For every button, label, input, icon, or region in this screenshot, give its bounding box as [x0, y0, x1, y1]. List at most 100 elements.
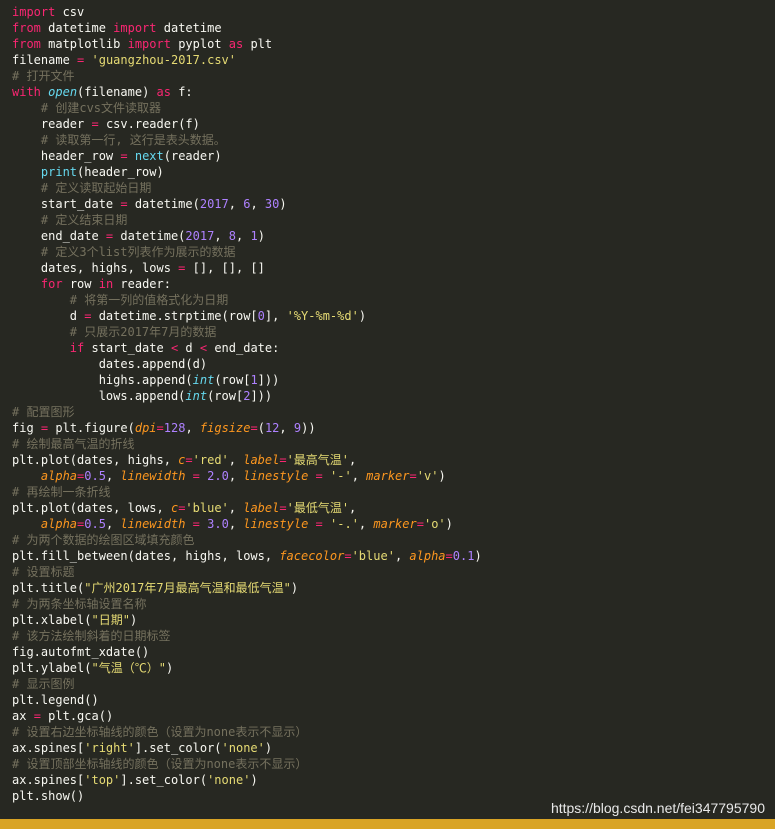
code-line: import csv: [0, 4, 775, 20]
code-token: ].set_color(: [120, 773, 208, 787]
code-line: for row in reader:: [0, 276, 775, 292]
code-line: # 为两条坐标轴设置名称: [0, 596, 775, 612]
code-token: linewidth: [120, 469, 186, 483]
code-token: facecolor: [279, 549, 345, 563]
code-line: # 为两个数据的绘图区域填充颜色: [0, 532, 775, 548]
code-editor[interactable]: import csv from datetime import datetime f…: [0, 0, 775, 819]
code-token: ,: [228, 453, 244, 467]
code-token: figsize: [199, 421, 251, 435]
code-token: end_date: [12, 229, 106, 243]
code-token: ,: [228, 501, 244, 515]
code-token: ax.spines[: [12, 741, 85, 755]
code-line: alpha=0.5, linewidth = 3.0, linestyle = …: [0, 516, 775, 532]
code-line: from datetime import datetime: [0, 20, 775, 36]
code-token: row: [62, 277, 99, 291]
code-token: import: [113, 21, 157, 35]
code-token: ax.spines[: [12, 773, 85, 787]
code-token: '%Y-%m-%d': [286, 309, 359, 323]
code-line: plt.legend(): [0, 692, 775, 708]
code-token: with: [12, 85, 41, 99]
code-line: end_date = datetime(2017, 8, 1): [0, 228, 775, 244]
code-token: csv: [55, 5, 85, 19]
code-token: ,: [228, 517, 244, 531]
code-line: # 该方法绘制斜着的日期标签: [0, 628, 775, 644]
code-token: header_row: [12, 149, 121, 163]
code-token: import: [12, 5, 56, 19]
code-token: plt.plot(dates, highs,: [12, 453, 179, 467]
code-line: plt.ylabel("气温（℃）"): [0, 660, 775, 676]
code-token: =: [120, 197, 128, 211]
code-token: 30: [264, 197, 280, 211]
code-token: 2017: [185, 229, 215, 243]
code-token: ,: [236, 229, 251, 243]
code-comment: # 设置标题: [12, 565, 75, 579]
code-token: 0.5: [84, 469, 106, 483]
code-token: ,: [250, 197, 265, 211]
code-token: linestyle: [243, 469, 309, 483]
code-token: ,: [228, 197, 244, 211]
code-token: ],: [264, 309, 287, 323]
code-line: from matplotlib import pyplot as plt: [0, 36, 775, 52]
code-line: lows.append(int(row[2])): [0, 388, 775, 404]
code-line: # 配置图形: [0, 404, 775, 420]
code-token: print: [40, 165, 78, 179]
code-comment: # 定义读取起始日期: [12, 181, 152, 195]
code-token: plt.ylabel(: [12, 661, 92, 675]
code-line: if start_date < d < end_date:: [0, 340, 775, 356]
code-token: =: [279, 453, 287, 467]
code-token: ,: [105, 517, 121, 531]
code-token: 1: [250, 373, 258, 387]
code-token: plt.fill_between(dates, highs, lows,: [12, 549, 280, 563]
code-token: dpi: [134, 421, 157, 435]
code-token: ): [474, 549, 482, 563]
code-comment: # 打开文件: [12, 69, 75, 83]
code-line: with open(filename) as f:: [0, 84, 775, 100]
code-token: ,: [358, 517, 374, 531]
code-line: # 将第一列的值格式化为日期: [0, 292, 775, 308]
code-token: from: [12, 37, 41, 51]
code-token: plt.title(: [12, 581, 85, 595]
code-token: =: [192, 517, 200, 531]
code-token: =: [120, 149, 128, 163]
code-comment: # 配置图形: [12, 405, 75, 419]
code-token: plt.figure(: [48, 421, 135, 435]
code-token: import: [127, 37, 171, 51]
code-token: highs.append(: [12, 373, 193, 387]
code-token: ax: [12, 709, 34, 723]
code-comment: # 定义3个list列表作为展示的数据: [12, 245, 236, 259]
code-line: fig = plt.figure(dpi=128, figsize=(12, 9…: [0, 420, 775, 436]
code-token: plt: [243, 37, 273, 51]
code-token: ,: [351, 469, 367, 483]
code-comment: # 该方法绘制斜着的日期标签: [12, 629, 171, 643]
code-token: ): [257, 229, 265, 243]
code-token: ,: [228, 469, 244, 483]
code-line: plt.title("广州2017年7月最高气温和最低气温"): [0, 580, 775, 596]
code-token: ,: [279, 421, 294, 435]
code-token: 'right': [84, 741, 135, 755]
code-comment: # 显示图例: [12, 677, 75, 691]
watermark-text: https://blog.csdn.net/fei347795790: [550, 800, 765, 816]
code-token: datetime: [40, 21, 114, 35]
code-token: pyplot: [170, 37, 229, 51]
code-token: =: [33, 709, 41, 723]
code-token: (row[: [207, 389, 244, 403]
code-token: )): [301, 421, 316, 435]
code-token: 1: [250, 229, 258, 243]
code-token: 'none': [221, 741, 265, 755]
code-line: # 创建cvs文件读取器: [0, 100, 775, 116]
code-token: 'guangzhou-2017.csv': [91, 53, 237, 67]
code-token: 0: [257, 309, 265, 323]
code-token: ].set_color(: [134, 741, 222, 755]
code-line: # 定义3个list列表作为展示的数据: [0, 244, 775, 260]
code-token: 2.0: [207, 469, 229, 483]
code-comment: # 为两个数据的绘图区域填充颜色: [12, 533, 195, 547]
code-comment: # 读取第一行, 这行是表头数据。: [12, 133, 226, 147]
